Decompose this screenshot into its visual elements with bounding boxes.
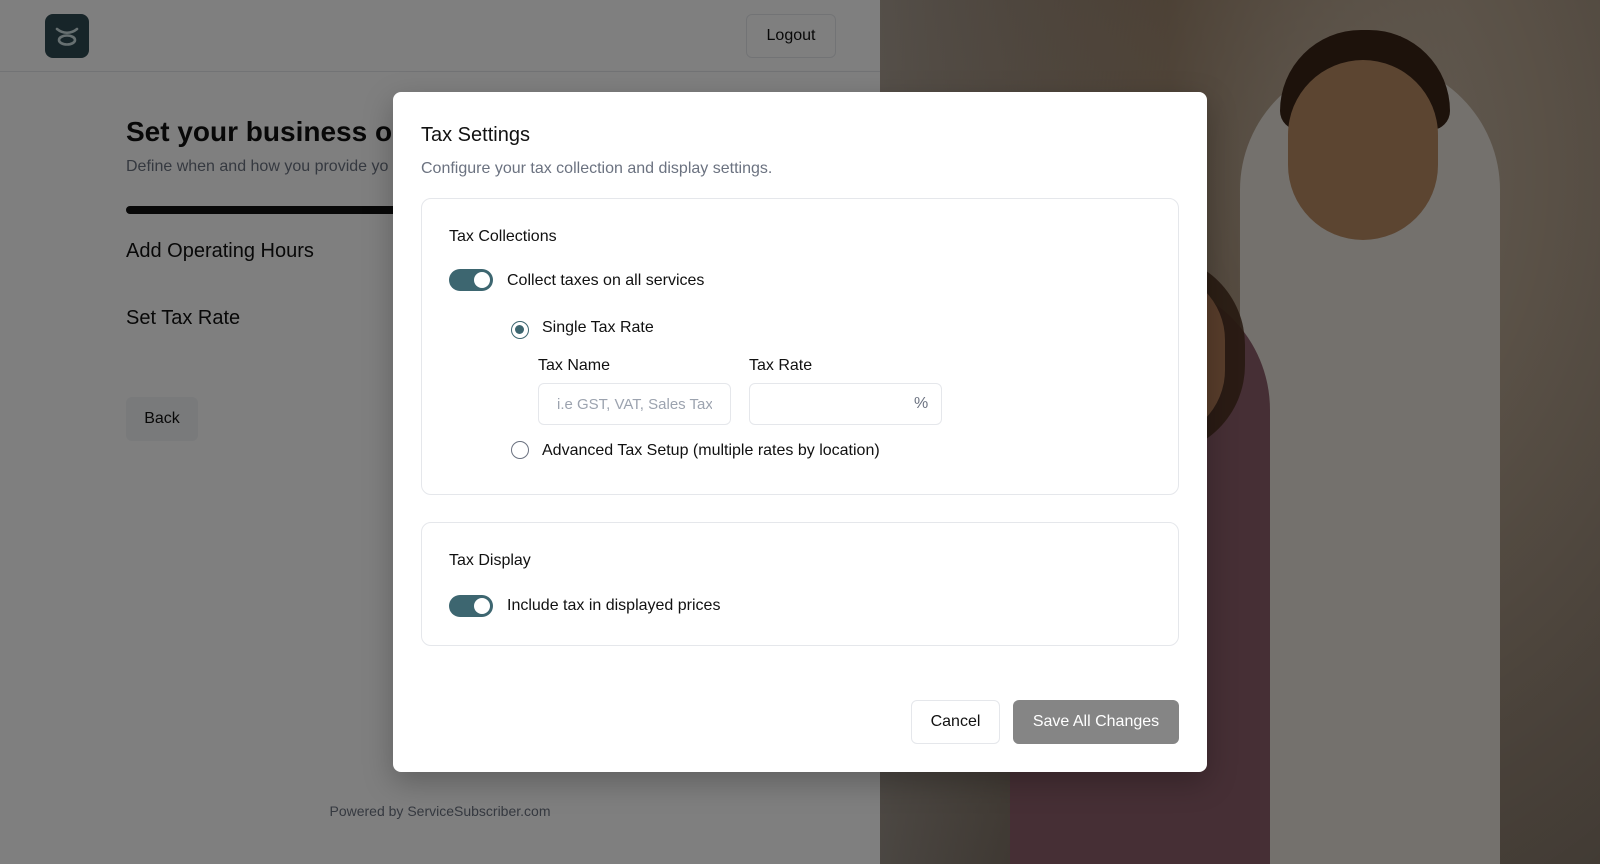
single-tax-rate-label: Single Tax Rate <box>542 319 654 336</box>
advanced-tax-setup-label: Advanced Tax Setup (multiple rates by lo… <box>542 442 880 459</box>
tax-name-label: Tax Name <box>538 357 611 374</box>
collect-taxes-label: Collect taxes on all services <box>507 272 705 289</box>
dialog-description: Configure your tax collection and displa… <box>421 160 773 177</box>
include-tax-label: Include tax in displayed prices <box>507 597 721 614</box>
tax-collections-card: Tax Collections Collect taxes on all ser… <box>421 198 1179 495</box>
collect-taxes-toggle[interactable] <box>449 269 493 291</box>
cancel-button[interactable]: Cancel <box>911 700 1000 744</box>
single-tax-rate-radio[interactable] <box>511 321 529 339</box>
tax-display-card: Tax Display Include tax in displayed pri… <box>421 522 1179 646</box>
dialog-title: Tax Settings <box>421 124 530 146</box>
tax-settings-dialog: Tax Settings Configure your tax collecti… <box>393 92 1207 772</box>
include-tax-toggle[interactable] <box>449 595 493 617</box>
advanced-tax-setup-radio[interactable] <box>511 441 529 459</box>
save-all-changes-button[interactable]: Save All Changes <box>1013 700 1179 744</box>
tax-display-heading: Tax Display <box>449 552 531 569</box>
tax-rate-label: Tax Rate <box>749 357 813 374</box>
tax-collections-heading: Tax Collections <box>449 228 557 245</box>
tax-name-input[interactable] <box>538 383 731 425</box>
percent-suffix: % <box>914 395 929 412</box>
